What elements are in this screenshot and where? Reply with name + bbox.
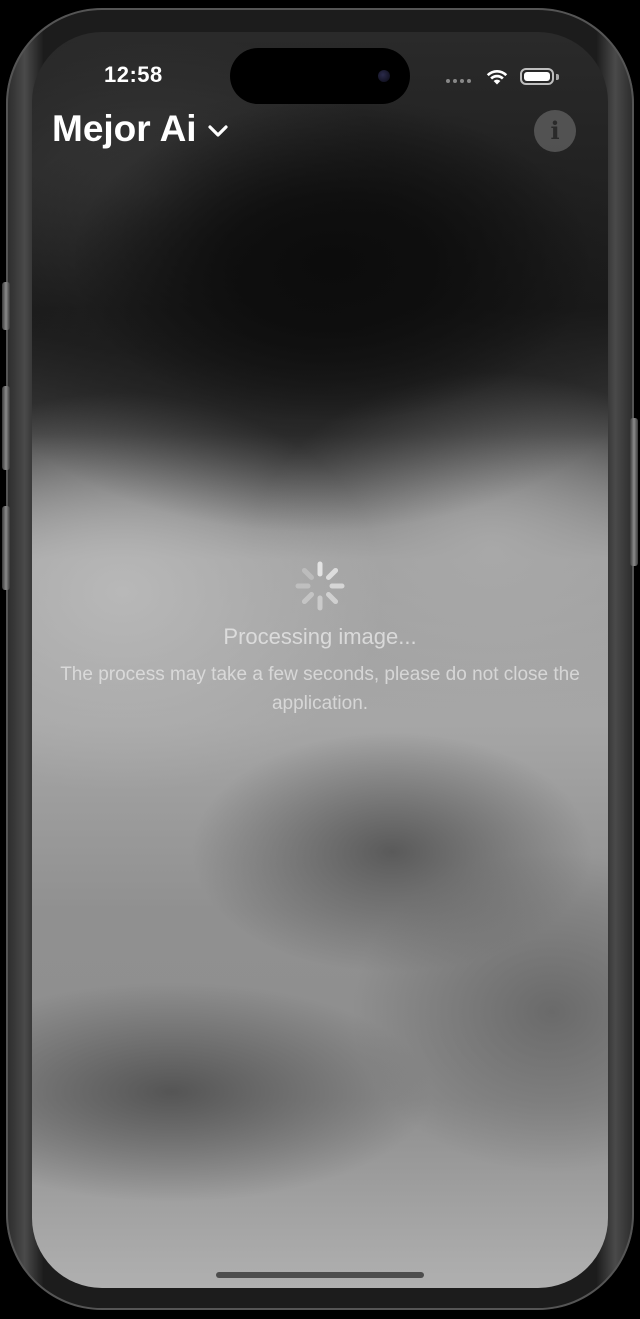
chevron-down-icon [207,125,228,137]
processing-title: Processing image... [223,624,417,649]
processing-overlay: Processing image... The process may take… [32,560,608,718]
volume-down-button [2,506,10,590]
app-switcher-menu[interactable]: Mejor Ai [52,108,229,150]
power-button [630,418,638,566]
cellular-signal-icon [446,79,471,83]
status-bar: 12:58 [32,32,608,112]
screen: 12:58 Mejor Ai i Processing image... The… [32,32,608,1288]
wifi-icon [486,69,508,85]
navigation-bar: Mejor Ai i [32,106,608,156]
processing-description: The process may take a few seconds, plea… [60,664,580,714]
activity-spinner-icon [295,561,345,611]
app-title: Mejor Ai [52,108,197,149]
battery-icon [520,68,554,85]
status-time: 12:58 [104,62,163,87]
battery-cap [556,74,559,80]
home-indicator[interactable] [216,1272,424,1278]
info-button[interactable]: i [534,110,576,152]
dynamic-island [230,48,410,104]
volume-up-button [2,386,10,470]
info-icon: i [550,116,560,145]
action-button [2,282,10,330]
camera-icon [378,70,390,82]
